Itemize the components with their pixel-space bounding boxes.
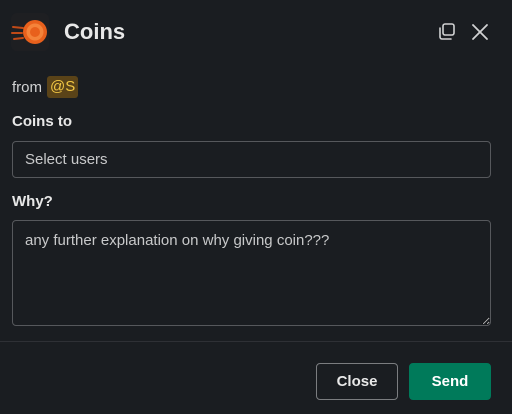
modal-title: Coins xyxy=(64,19,126,44)
footer-divider xyxy=(0,341,512,342)
why-label: Why? xyxy=(12,193,53,210)
close-icon xyxy=(468,20,492,44)
coin-icon xyxy=(11,13,49,51)
user-select[interactable] xyxy=(12,141,491,178)
from-label: from xyxy=(12,78,42,96)
close-button[interactable]: Close xyxy=(316,363,398,400)
coins-modal: Coins from @S Coins to Why? xyxy=(0,0,512,414)
send-button[interactable]: Send xyxy=(409,363,491,400)
select-users-input[interactable] xyxy=(25,142,475,177)
modal-header: Coins xyxy=(0,0,512,66)
popout-button[interactable] xyxy=(435,20,459,44)
coins-to-label: Coins to xyxy=(12,113,72,130)
why-textarea[interactable] xyxy=(12,220,491,326)
user-mention[interactable]: @S xyxy=(47,76,79,98)
from-row: from @S xyxy=(12,76,79,98)
popout-window-icon xyxy=(435,20,459,44)
close-modal-button[interactable] xyxy=(468,20,492,44)
